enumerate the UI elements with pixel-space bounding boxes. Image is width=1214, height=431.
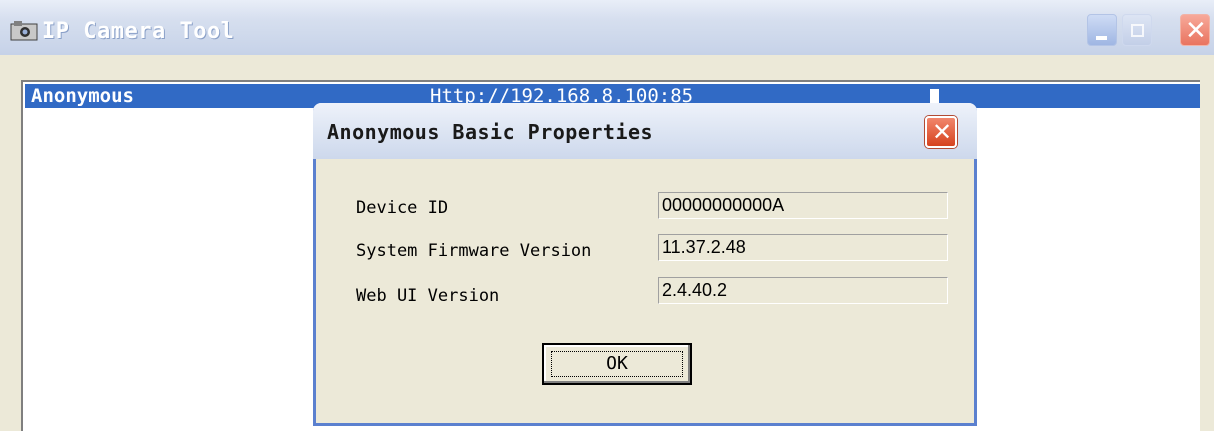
- dialog-titlebar[interactable]: Anonymous Basic Properties ✕: [313, 103, 977, 159]
- minimize-icon: [1096, 36, 1107, 40]
- web-ui-version-field: 2.4.40.2: [658, 277, 948, 304]
- minimize-button[interactable]: [1087, 14, 1117, 46]
- ok-button[interactable]: OK: [542, 343, 692, 385]
- dialog-close-button[interactable]: ✕: [925, 116, 957, 148]
- device-id-label: Device ID: [356, 198, 449, 218]
- dialog-title: Anonymous Basic Properties: [327, 120, 654, 144]
- firmware-version-field: 11.37.2.48: [658, 234, 948, 261]
- window-title: IP Camera Tool: [42, 19, 235, 44]
- web-ui-version-label: Web UI Version: [356, 286, 500, 306]
- status-indicator-icon: [930, 89, 939, 103]
- firmware-version-label: System Firmware Version: [356, 241, 592, 261]
- properties-dialog: Anonymous Basic Properties ✕ Device ID 0…: [313, 103, 977, 426]
- maximize-button[interactable]: [1122, 14, 1152, 46]
- window-close-button[interactable]: ✕: [1180, 14, 1210, 46]
- maximize-icon: [1131, 24, 1144, 37]
- camera-name: Anonymous: [31, 85, 134, 107]
- main-titlebar[interactable]: IP Camera Tool ✕: [0, 0, 1214, 55]
- device-id-field: 00000000000A: [658, 192, 948, 219]
- main-window: IP Camera Tool ✕ Anonymous Http://192.16…: [0, 0, 1214, 431]
- ok-button-label: OK: [551, 351, 683, 377]
- close-icon: ✕: [932, 118, 953, 146]
- close-icon: ✕: [1185, 16, 1207, 46]
- camera-app-icon: [10, 21, 38, 41]
